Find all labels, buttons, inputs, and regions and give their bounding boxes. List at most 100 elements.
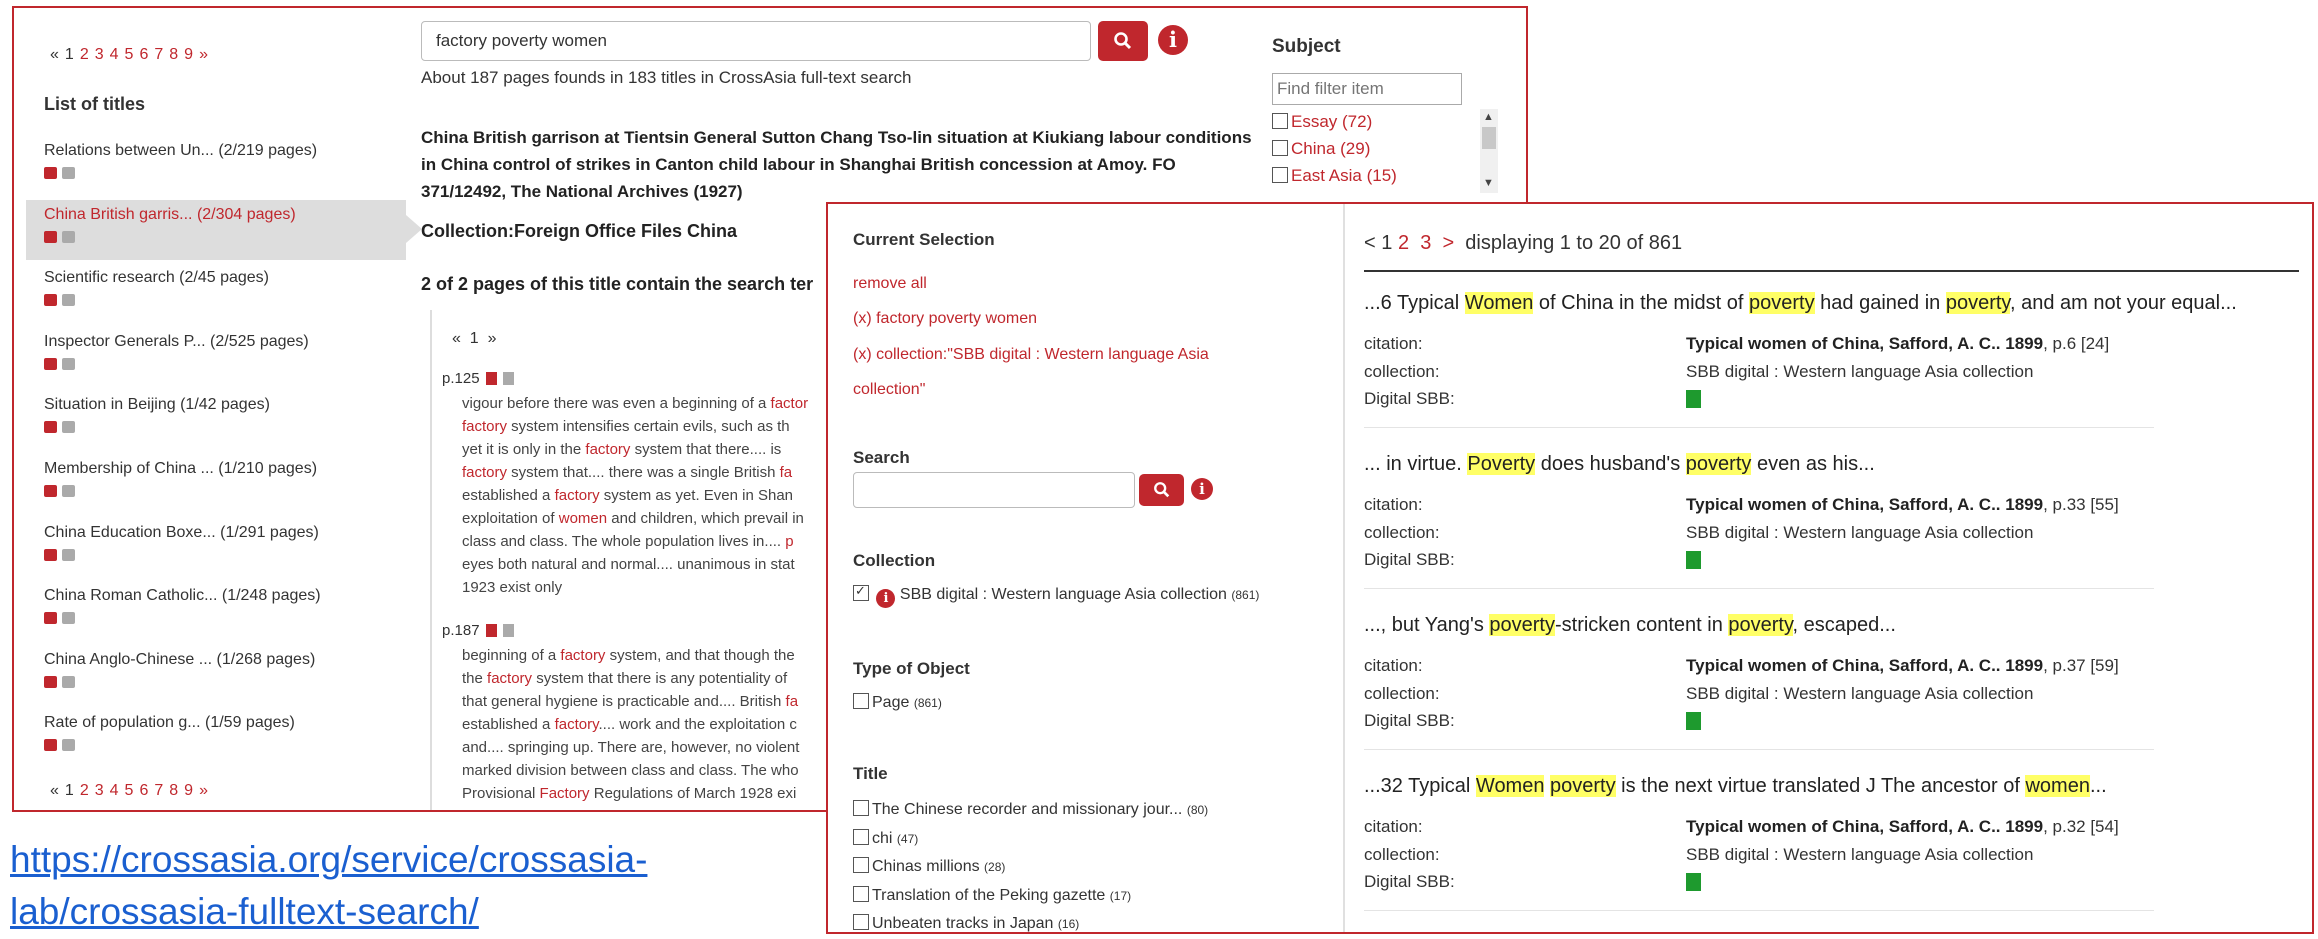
text-book-icon[interactable] bbox=[62, 230, 75, 243]
citation-title[interactable]: Typical women of China, Safford, A. C.. … bbox=[1686, 495, 2043, 514]
title-list-item[interactable]: Situation in Beijing (1/42 pages) bbox=[26, 390, 406, 450]
search-input[interactable] bbox=[421, 21, 1091, 61]
pager-page[interactable]: 8 bbox=[169, 782, 178, 799]
title-label[interactable]: Relations between Un... (2/219 pages) bbox=[44, 142, 317, 160]
pager-next[interactable]: » bbox=[199, 46, 208, 63]
text-book-icon[interactable] bbox=[62, 739, 75, 752]
facet-label[interactable]: East Asia (15) bbox=[1291, 166, 1397, 185]
crossasia-link[interactable]: https://crossasia.org/service/crossasia-… bbox=[10, 834, 647, 938]
info-icon[interactable]: i bbox=[876, 589, 896, 608]
remove-all-link[interactable]: remove all bbox=[853, 275, 927, 293]
pdf-book-icon[interactable] bbox=[44, 548, 57, 561]
title-facet-checkbox[interactable] bbox=[853, 885, 869, 902]
pager-page[interactable]: 3 bbox=[95, 46, 104, 63]
facet-checkbox[interactable] bbox=[1272, 167, 1288, 183]
facet-checkbox[interactable] bbox=[1272, 113, 1288, 129]
citation-value[interactable]: Typical women of China, Safford, A. C.. … bbox=[1686, 334, 2109, 354]
citation-value[interactable]: Typical women of China, Safford, A. C.. … bbox=[1686, 656, 2119, 676]
title-facet-checkbox[interactable] bbox=[853, 828, 869, 845]
pager-page[interactable]: 9 bbox=[184, 46, 193, 63]
facet-item[interactable]: Essay (72) bbox=[1272, 112, 1372, 132]
title-list-item[interactable]: China British garris... (2/304 pages) bbox=[26, 199, 422, 260]
text-book-icon[interactable] bbox=[62, 485, 75, 497]
citation-title[interactable]: Typical women of China, Safford, A. C.. … bbox=[1686, 334, 2043, 353]
type-checkbox[interactable] bbox=[853, 693, 869, 709]
pager-prev[interactable]: « bbox=[452, 330, 461, 347]
pager-page[interactable]: 2 bbox=[80, 46, 89, 63]
pdf-book-icon[interactable] bbox=[44, 675, 57, 688]
scroll-down-icon[interactable]: ▼ bbox=[1483, 177, 1494, 189]
filter-input[interactable] bbox=[1272, 73, 1462, 105]
pager-page[interactable]: 7 bbox=[154, 782, 163, 799]
text-icon[interactable] bbox=[502, 624, 514, 637]
title-list-item[interactable]: Rate of population g... (1/59 pages) bbox=[26, 708, 406, 768]
text-book-icon[interactable] bbox=[62, 357, 75, 370]
title-facet-label[interactable]: Unbeaten tracks in Japan bbox=[872, 915, 1053, 932]
digital-sbb-document-icon[interactable] bbox=[1686, 551, 1701, 569]
text-book-icon[interactable] bbox=[62, 548, 75, 561]
link-line-2[interactable]: lab/crossasia-fulltext-search/ bbox=[10, 886, 647, 938]
pdf-icon[interactable] bbox=[485, 624, 497, 637]
pager-prev[interactable]: < bbox=[1364, 232, 1376, 254]
title-label[interactable]: Scientific research (2/45 pages) bbox=[44, 269, 269, 287]
facet-item[interactable]: China (29) bbox=[1272, 139, 1370, 159]
digital-sbb-document-icon[interactable] bbox=[1686, 712, 1701, 730]
pager-prev[interactable]: « bbox=[50, 782, 59, 799]
pager-page[interactable]: 5 bbox=[125, 46, 134, 63]
result-snippet[interactable]: ... in virtue. Poverty does husband's po… bbox=[1364, 453, 1875, 476]
pdf-book-icon[interactable] bbox=[44, 357, 57, 370]
result-snippet[interactable]: ...32 Typical Women poverty is the next … bbox=[1364, 775, 2107, 798]
digital-sbb-document-icon[interactable] bbox=[1686, 390, 1701, 408]
result-snippet[interactable]: ...6 Typical Women of China in the midst… bbox=[1364, 292, 2237, 315]
facet-label[interactable]: China (29) bbox=[1291, 139, 1370, 158]
pager-page[interactable]: 8 bbox=[169, 46, 178, 63]
result-snippet[interactable]: ..., but Yang's poverty-stricken content… bbox=[1364, 614, 1896, 637]
facet-label[interactable]: Essay (72) bbox=[1291, 112, 1372, 131]
title-label[interactable]: Membership of China ... (1/210 pages) bbox=[44, 460, 317, 478]
text-book-icon[interactable] bbox=[62, 675, 75, 688]
text-book-icon[interactable] bbox=[62, 612, 75, 625]
pager-next[interactable]: » bbox=[488, 330, 497, 347]
scrollbar-thumb[interactable] bbox=[1482, 127, 1496, 149]
facet-checkbox[interactable] bbox=[1272, 140, 1288, 156]
pdf-book-icon[interactable] bbox=[44, 294, 57, 307]
title-facet-option[interactable]: chi (47) bbox=[853, 828, 918, 848]
title-label[interactable]: China Education Boxe... (1/291 pages) bbox=[44, 524, 319, 542]
title-label[interactable]: Inspector Generals P... (2/525 pages) bbox=[44, 333, 309, 351]
pager-prev[interactable]: « bbox=[50, 46, 59, 63]
scroll-up-icon[interactable]: ▲ bbox=[1483, 111, 1494, 123]
pdf-book-icon[interactable] bbox=[44, 485, 57, 497]
title-facet-label[interactable]: chi bbox=[872, 830, 892, 847]
text-book-icon[interactable] bbox=[62, 294, 75, 307]
collection-label[interactable]: SBB digital : Western language Asia coll… bbox=[900, 586, 1227, 603]
title-list-item[interactable]: China Education Boxe... (1/291 pages) bbox=[26, 518, 406, 578]
search-input[interactable] bbox=[853, 472, 1135, 508]
remove-collection-link[interactable]: (x) collection:"SBB digital : Western la… bbox=[853, 346, 1209, 364]
title-facet-label[interactable]: The Chinese recorder and missionary jour… bbox=[872, 801, 1182, 818]
pager-page[interactable]: 5 bbox=[125, 782, 134, 799]
hit-page-number[interactable]: p.125 bbox=[442, 370, 480, 387]
search-button[interactable] bbox=[1098, 21, 1148, 61]
hit-page-number[interactable]: p.187 bbox=[442, 622, 480, 639]
title-label[interactable]: China Anglo-Chinese ... (1/268 pages) bbox=[44, 651, 315, 669]
title-list-item[interactable]: Scientific research (2/45 pages) bbox=[26, 263, 406, 323]
pager-next[interactable]: » bbox=[199, 782, 208, 799]
title-facet-checkbox[interactable] bbox=[853, 914, 869, 930]
title-label[interactable]: China Roman Catholic... (1/248 pages) bbox=[44, 587, 321, 605]
link-line-1[interactable]: https://crossasia.org/service/crossasia- bbox=[10, 834, 647, 886]
title-facet-option[interactable]: The Chinese recorder and missionary jour… bbox=[853, 800, 1208, 819]
citation-title[interactable]: Typical women of China, Safford, A. C.. … bbox=[1686, 817, 2043, 836]
collection-option[interactable]: i SBB digital : Western language Asia co… bbox=[853, 583, 1259, 608]
title-label[interactable]: Situation in Beijing (1/42 pages) bbox=[44, 396, 270, 414]
title-facet-label[interactable]: Translation of the Peking gazette bbox=[872, 887, 1105, 904]
title-facet-option[interactable]: Translation of the Peking gazette (17) bbox=[853, 885, 1131, 905]
pager-page[interactable]: 4 bbox=[110, 782, 119, 799]
title-list-item[interactable]: China Anglo-Chinese ... (1/268 pages) bbox=[26, 645, 406, 705]
title-label[interactable]: China British garris... (2/304 pages) bbox=[44, 206, 296, 224]
pdf-book-icon[interactable] bbox=[44, 230, 57, 243]
pager-page[interactable]: 4 bbox=[110, 46, 119, 63]
title-list-item[interactable]: Relations between Un... (2/219 pages) bbox=[26, 136, 406, 196]
title-facet-option[interactable]: Chinas millions (28) bbox=[853, 857, 1005, 876]
citation-value[interactable]: Typical women of China, Safford, A. C.. … bbox=[1686, 817, 2119, 837]
remove-collection-link-cont[interactable]: collection" bbox=[853, 381, 925, 399]
